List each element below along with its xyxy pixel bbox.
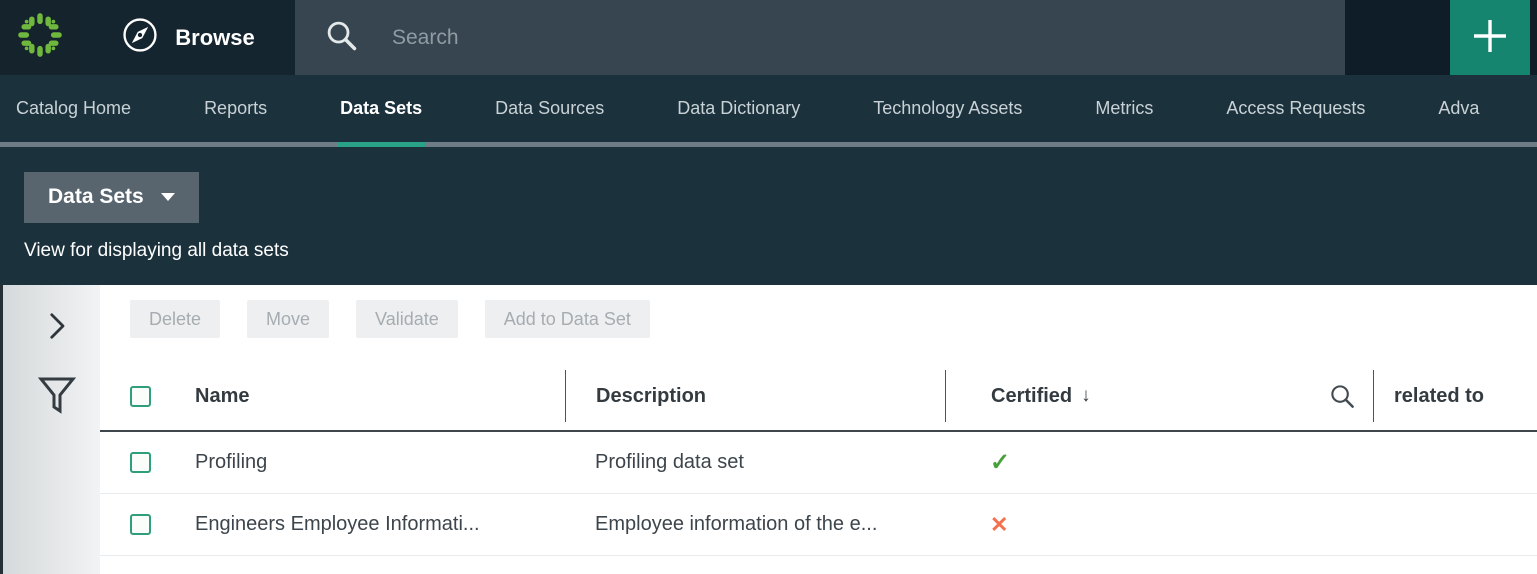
check-icon: ✓: [990, 448, 1010, 477]
column-header-certified-label: Certified: [991, 385, 1072, 408]
add-button[interactable]: [1450, 0, 1530, 75]
cell-name: Profiling: [170, 432, 565, 493]
topbar-spacer: [1345, 0, 1450, 75]
cross-icon: ✕: [990, 512, 1008, 538]
catalog-nav-bar: Catalog Home Reports Data Sets Data Sour…: [0, 75, 1537, 142]
content-area: Delete Move Validate Add to Data Set Nam…: [0, 285, 1537, 574]
bulk-actions-toolbar: Delete Move Validate Add to Data Set: [100, 285, 1537, 360]
top-bar: Browse: [0, 0, 1537, 75]
select-all-cell: [100, 360, 170, 432]
table-row: Engineers Employee Informati... Employee…: [100, 494, 1537, 556]
table-header-row: Name Description Certified ↓ related to: [100, 360, 1537, 432]
column-header-name[interactable]: Name: [170, 370, 565, 422]
description-text: Employee information of the e...: [595, 513, 877, 536]
cell-description: Employee information of the e...: [565, 494, 945, 555]
browse-label: Browse: [175, 25, 254, 51]
column-header-description-label: Description: [596, 385, 706, 408]
caret-down-icon: [161, 193, 175, 201]
nav-tab-data-dictionary[interactable]: Data Dictionary: [677, 75, 800, 142]
nav-tab-advanced-truncated[interactable]: Adva: [1438, 75, 1479, 142]
add-to-data-set-button[interactable]: Add to Data Set: [485, 300, 650, 338]
page-header: Data Sets View for displaying all data s…: [0, 147, 1537, 285]
expand-panel-button[interactable]: [41, 307, 75, 350]
column-header-name-label: Name: [195, 385, 249, 408]
delete-button[interactable]: Delete: [130, 300, 220, 338]
column-header-related-to-label: related to: [1394, 385, 1484, 408]
move-button[interactable]: Move: [247, 300, 329, 338]
filter-funnel-icon: [37, 405, 77, 422]
column-header-certified[interactable]: Certified ↓: [945, 370, 1373, 422]
validate-button[interactable]: Validate: [356, 300, 458, 338]
app-logo[interactable]: [0, 0, 80, 75]
nav-tab-technology-assets[interactable]: Technology Assets: [873, 75, 1022, 142]
nav-tab-access-requests[interactable]: Access Requests: [1226, 75, 1365, 142]
row-checkbox[interactable]: [130, 452, 151, 473]
column-search-icon[interactable]: [1329, 383, 1356, 410]
view-description: View for displaying all data sets: [24, 240, 1537, 262]
plus-icon: [1468, 14, 1512, 61]
browse-menu-button[interactable]: Browse: [80, 0, 295, 75]
cell-related-to: [1373, 432, 1537, 493]
row-checkbox[interactable]: [130, 514, 151, 535]
cell-description: Profiling data set: [565, 432, 945, 493]
table-row: Profiling Profiling data set ✓: [100, 432, 1537, 494]
search-input[interactable]: [390, 25, 1345, 51]
sort-descending-arrow-icon[interactable]: ↓: [1081, 385, 1091, 407]
cell-related-to: [1373, 494, 1537, 555]
nav-tab-reports[interactable]: Reports: [204, 75, 267, 142]
nav-tab-data-sources[interactable]: Data Sources: [495, 75, 604, 142]
view-selector-dropdown[interactable]: Data Sets: [24, 172, 199, 223]
data-set-link[interactable]: Profiling: [195, 451, 267, 474]
collibra-logo-icon: [16, 11, 64, 64]
nav-tab-catalog-home[interactable]: Catalog Home: [16, 75, 131, 142]
data-sets-main: Delete Move Validate Add to Data Set Nam…: [100, 285, 1537, 574]
row-select-cell: [100, 432, 170, 493]
filter-side-rail: [0, 285, 100, 574]
compass-icon: [120, 15, 160, 61]
cell-name: Engineers Employee Informati...: [170, 494, 565, 555]
nav-tab-metrics[interactable]: Metrics: [1095, 75, 1153, 142]
global-search-bar[interactable]: [295, 0, 1345, 75]
row-select-cell: [100, 494, 170, 555]
select-all-checkbox[interactable]: [130, 386, 151, 407]
filter-button[interactable]: [33, 370, 81, 427]
cell-certified: ✕: [945, 494, 1373, 555]
chevron-right-icon: [45, 328, 71, 345]
nav-tab-data-sets[interactable]: Data Sets: [340, 75, 422, 142]
column-header-related-to[interactable]: related to: [1373, 370, 1537, 422]
view-selector-label: Data Sets: [48, 185, 144, 209]
description-text: Profiling data set: [595, 451, 744, 474]
data-set-link[interactable]: Engineers Employee Informati...: [195, 513, 480, 536]
search-icon: [325, 19, 358, 57]
cell-certified: ✓: [945, 432, 1373, 493]
column-header-description[interactable]: Description: [565, 370, 945, 422]
